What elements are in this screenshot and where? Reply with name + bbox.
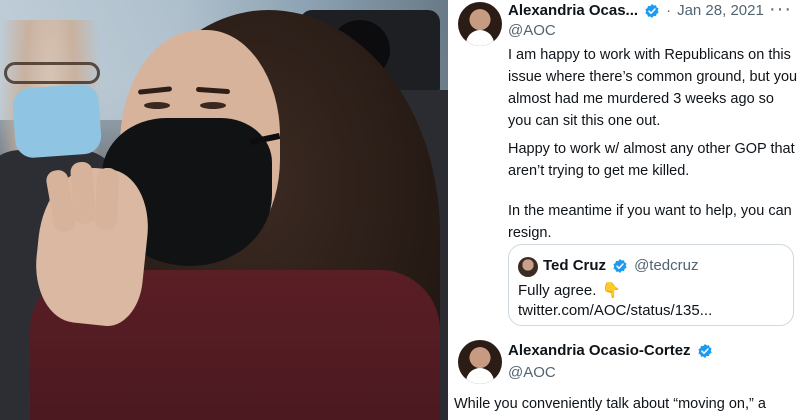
verified-icon [613, 258, 627, 273]
background-glasses [4, 62, 100, 84]
avatar[interactable] [458, 2, 502, 46]
quoted-header: Ted Cruz @tedcruz [543, 257, 698, 274]
tweet-paragraph: Happy to work w/ almost any other GOP th… [508, 141, 795, 179]
quoted-link[interactable]: twitter.com/AOC/status/135... [518, 302, 712, 319]
quoted-display-name: Ted Cruz [543, 257, 607, 274]
eye-left [144, 102, 170, 109]
quoted-avatar [518, 257, 538, 277]
quoted-text-content: Fully agree. [518, 281, 597, 299]
news-photo [0, 0, 448, 420]
quoted-text: Fully agree. 👇 [518, 281, 622, 300]
handle[interactable]: @AOC [508, 364, 556, 381]
background-face-mask [11, 83, 103, 159]
pointing-down-emoji: 👇 [602, 282, 622, 299]
eye-right [200, 102, 226, 109]
quoted-handle: @tedcruz [634, 257, 699, 274]
tweet-text-cut: While you conveniently talk about “movin… [454, 396, 766, 412]
avatar[interactable] [458, 340, 502, 384]
verified-icon [697, 343, 712, 358]
verified-icon [645, 3, 659, 18]
tweet-header: Alexandria Ocasio-Cortez [508, 342, 713, 359]
tweet-paragraph: In the meantime if you want to help, you… [508, 203, 792, 241]
handle[interactable]: @AOC [508, 22, 556, 39]
tweet-header: Alexandria Ocas... · Jan 28, 2021 [508, 2, 764, 19]
tweet-paragraph: I am happy to work with Republicans on t… [508, 47, 798, 129]
tweet-screenshot: Alexandria Ocas... · Jan 28, 2021 ··· @A… [452, 0, 800, 420]
finger [94, 167, 120, 231]
tweet-date[interactable]: Jan 28, 2021 [677, 2, 764, 19]
quoted-tweet[interactable]: Ted Cruz @tedcruz Fully agree. 👇 twitter… [508, 244, 794, 326]
finger [69, 161, 97, 225]
display-name[interactable]: Alexandria Ocasio-Cortez [508, 342, 691, 359]
more-icon[interactable]: ··· [769, 0, 792, 21]
separator-dot: · [666, 2, 672, 19]
display-name[interactable]: Alexandria Ocas... [508, 2, 638, 19]
